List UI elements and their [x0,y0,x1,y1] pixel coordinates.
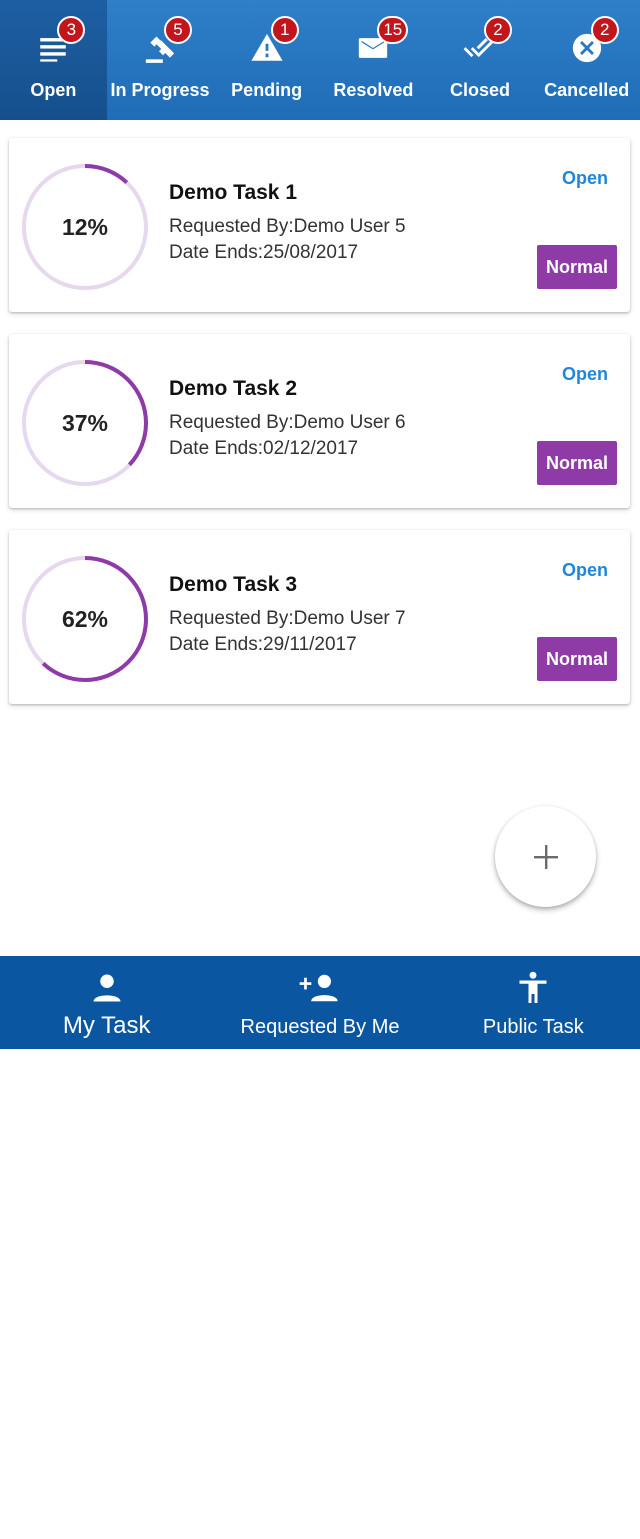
add-task-button[interactable] [495,806,596,907]
count-badge: 3 [57,16,86,44]
count-badge: 5 [164,16,192,44]
person-icon [89,968,125,1008]
task-title: Demo Task 2 [169,377,297,400]
date-ends: Date Ends:25/08/2017 [169,242,359,263]
accessibility-icon [515,968,551,1008]
tab-label: Open [30,80,77,100]
requested-by: Requested By:Demo User 6 [169,412,406,433]
requested-by: Requested By:Demo User 5 [169,216,406,237]
task-list: 12% Demo Task 1 Requested By:Demo User 5… [9,138,630,726]
count-badge: 1 [270,16,299,44]
task-card[interactable]: 62% Demo Task 3 Requested By:Demo User 7… [9,530,630,704]
nav-label: My Task [62,1012,151,1039]
plus-icon [533,844,558,869]
tab-in-progress[interactable]: In Progress 5 [107,0,214,120]
date-ends: Date Ends:02/12/2017 [169,438,359,459]
tab-label: Pending [231,80,303,100]
tab-label: Cancelled [544,80,630,100]
nav-my-task[interactable]: My Task [0,956,213,1049]
tab-label: Closed [450,80,511,100]
tab-open[interactable]: Open 3 [0,0,107,120]
nav-label: Public Task [482,1016,584,1038]
progress-ring: 37% [21,359,149,487]
nav-requested-by-me[interactable]: Requested By Me [213,956,426,1049]
task-card[interactable]: 12% Demo Task 1 Requested By:Demo User 5… [9,138,630,312]
status-label: Open [561,560,608,580]
task-title: Demo Task 1 [169,181,297,204]
tab-resolved[interactable]: Resolved 15 [320,0,427,120]
progress-percent: 12% [61,213,109,240]
priority-badge: Normal [537,637,617,681]
progress-percent: 62% [61,605,109,632]
priority-badge: Normal [537,441,617,485]
tab-closed[interactable]: Closed 2 [427,0,534,120]
count-badge: 2 [484,16,513,44]
status-label: Open [561,168,608,188]
tab-pending[interactable]: Pending 1 [213,0,320,120]
count-badge: 2 [590,16,619,44]
status-label: Open [561,364,608,384]
date-ends: Date Ends:29/11/2017 [169,634,357,655]
task-title: Demo Task 3 [169,573,297,596]
bottom-navigation: My Task Requested By Me Public Task [0,956,640,1049]
nav-public-task[interactable]: Public Task [427,956,640,1049]
progress-ring: 62% [21,555,149,683]
priority-badge: Normal [537,245,617,289]
nav-label: Requested By Me [240,1016,400,1038]
task-card[interactable]: 37% Demo Task 2 Requested By:Demo User 6… [9,334,630,508]
tab-cancelled[interactable]: Cancelled 2 [533,0,640,120]
progress-percent: 37% [61,409,109,436]
requested-by: Requested By:Demo User 7 [169,608,406,629]
progress-ring: 12% [21,163,149,291]
tab-label: In Progress [110,80,210,100]
person-add-icon [298,968,342,1008]
count-badge: 15 [377,16,409,44]
tab-label: Resolved [333,80,414,100]
status-tab-bar: Open 3 In Progress 5 Pending 1 Resolved … [0,0,640,120]
